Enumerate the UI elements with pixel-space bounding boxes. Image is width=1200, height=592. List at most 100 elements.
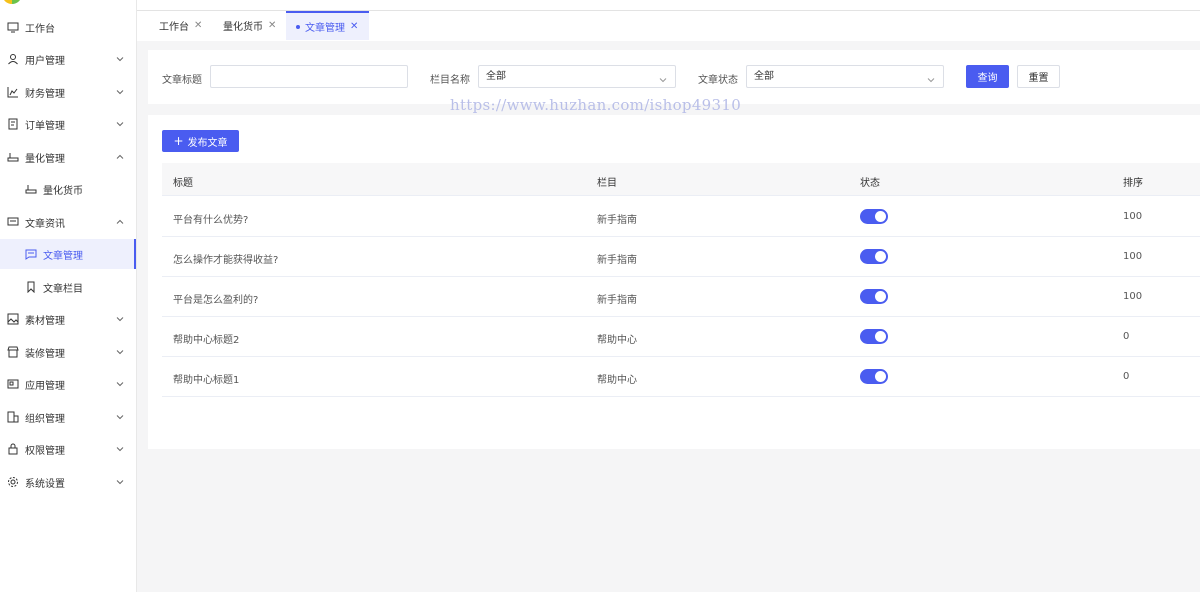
close-icon[interactable]: ✕ bbox=[194, 20, 202, 31]
sidebar-item-label: 装修管理 bbox=[25, 348, 65, 360]
lock-icon bbox=[7, 443, 19, 455]
sidebar-item-settings[interactable]: 系统设置 bbox=[0, 467, 136, 497]
sidebar-item-label: 用户管理 bbox=[25, 55, 65, 67]
sidebar-item-label: 权限管理 bbox=[25, 445, 65, 457]
title-filter-input[interactable] bbox=[210, 65, 408, 88]
table-row: 平台有什么优势? 新手指南 100 bbox=[162, 197, 1200, 237]
chevron-up-icon bbox=[115, 217, 125, 227]
chevron-down-icon bbox=[115, 87, 125, 97]
watermark: https://www.huzhan.com/ishop49310 bbox=[450, 96, 742, 114]
tab-bar: 工作台 ✕ 量化货币 ✕ 文章管理 ✕ bbox=[137, 11, 1200, 41]
router-icon bbox=[25, 183, 37, 195]
column-header-status: 状态 bbox=[860, 178, 880, 189]
store-icon bbox=[7, 346, 19, 358]
table-row: 帮助中心标题1 帮助中心 0 bbox=[162, 357, 1200, 397]
bookmark-icon bbox=[25, 281, 37, 293]
row-sort: 100 bbox=[1123, 211, 1143, 222]
sidebar-item-label: 系统设置 bbox=[25, 478, 65, 490]
status-toggle[interactable] bbox=[860, 289, 888, 304]
row-title: 帮助中心标题2 bbox=[173, 335, 240, 346]
chart-icon bbox=[7, 86, 19, 98]
sidebar-item-workbench[interactable]: 工作台 bbox=[0, 12, 136, 42]
sidebar-item-quant[interactable]: 量化管理 bbox=[0, 142, 136, 172]
reset-button[interactable]: 重置 bbox=[1017, 65, 1060, 88]
user-icon bbox=[7, 53, 19, 65]
table-row: 平台是怎么盈利的? 新手指南 100 bbox=[162, 277, 1200, 317]
status-toggle[interactable] bbox=[860, 209, 888, 224]
chevron-down-icon bbox=[115, 314, 125, 324]
sidebar-item-label: 组织管理 bbox=[25, 413, 65, 425]
category-filter-label: 栏目名称 bbox=[430, 75, 470, 86]
tab-label: 量化货币 bbox=[223, 22, 263, 33]
tab-quant-currency[interactable]: 量化货币 ✕ bbox=[213, 11, 285, 40]
logo bbox=[2, 0, 22, 4]
chat-icon bbox=[25, 248, 37, 260]
column-header-sort: 排序 bbox=[1123, 178, 1143, 189]
title-filter-label: 文章标题 bbox=[162, 75, 202, 86]
status-filter-select[interactable]: 全部 bbox=[746, 65, 944, 88]
chevron-down-icon bbox=[115, 477, 125, 487]
chevron-down-icon bbox=[658, 72, 668, 83]
publish-article-label: 发布文章 bbox=[187, 137, 228, 149]
sidebar-item-apps[interactable]: 应用管理 bbox=[0, 369, 136, 399]
image-icon bbox=[7, 313, 19, 325]
status-toggle[interactable] bbox=[860, 249, 888, 264]
sidebar-item-materials[interactable]: 素材管理 bbox=[0, 304, 136, 334]
document-icon bbox=[7, 118, 19, 130]
sidebar-item-label: 文章资讯 bbox=[25, 218, 65, 230]
building-icon bbox=[7, 411, 19, 423]
category-filter-select[interactable]: 全部 bbox=[478, 65, 676, 88]
sidebar-item-label: 订单管理 bbox=[25, 120, 65, 132]
sidebar-item-label: 文章管理 bbox=[43, 250, 83, 262]
sidebar-item-organization[interactable]: 组织管理 bbox=[0, 402, 136, 432]
sidebar-item-articles-info[interactable]: 文章资讯 bbox=[0, 207, 136, 237]
table-header: 标题 栏目 状态 排序 bbox=[162, 163, 1200, 196]
close-icon[interactable]: ✕ bbox=[350, 21, 358, 32]
row-title: 平台有什么优势? bbox=[173, 215, 249, 226]
sidebar-item-label: 文章栏目 bbox=[43, 283, 83, 295]
sidebar-item-article-management[interactable]: 文章管理 bbox=[0, 239, 136, 269]
gear-icon bbox=[7, 476, 19, 488]
app-icon bbox=[7, 378, 19, 390]
sidebar-item-label: 量化管理 bbox=[25, 153, 65, 165]
sidebar-item-permissions[interactable]: 权限管理 bbox=[0, 434, 136, 464]
status-filter-label: 文章状态 bbox=[698, 75, 738, 86]
chevron-down-icon bbox=[115, 119, 125, 129]
status-toggle[interactable] bbox=[860, 369, 888, 384]
sidebar-item-article-columns[interactable]: 文章栏目 bbox=[0, 272, 136, 302]
row-category: 帮助中心 bbox=[597, 375, 637, 386]
message-icon bbox=[7, 216, 19, 228]
tab-label: 工作台 bbox=[159, 22, 189, 33]
toggle-knob bbox=[875, 291, 886, 302]
toggle-knob bbox=[875, 331, 886, 342]
toggle-knob bbox=[875, 371, 886, 382]
plus-icon: + bbox=[173, 134, 184, 148]
row-category: 新手指南 bbox=[597, 295, 637, 306]
monitor-icon bbox=[7, 21, 19, 33]
sidebar-item-users[interactable]: 用户管理 bbox=[0, 44, 136, 74]
chevron-down-icon bbox=[115, 379, 125, 389]
sidebar-item-quant-currency[interactable]: 量化货币 bbox=[0, 174, 136, 204]
table-row: 帮助中心标题2 帮助中心 0 bbox=[162, 317, 1200, 357]
sidebar-item-label: 素材管理 bbox=[25, 315, 65, 327]
tab-workbench[interactable]: 工作台 ✕ bbox=[149, 11, 209, 40]
toggle-knob bbox=[875, 211, 886, 222]
sidebar-item-label: 财务管理 bbox=[25, 88, 65, 100]
toggle-knob bbox=[875, 251, 886, 262]
chevron-down-icon bbox=[115, 347, 125, 357]
status-filter-value: 全部 bbox=[754, 71, 774, 82]
close-icon[interactable]: ✕ bbox=[268, 20, 276, 31]
sidebar-item-finance[interactable]: 财务管理 bbox=[0, 77, 136, 107]
search-button[interactable]: 查询 bbox=[966, 65, 1009, 88]
sidebar-item-label: 工作台 bbox=[25, 23, 55, 35]
sidebar-item-label: 量化货币 bbox=[43, 185, 83, 197]
publish-article-button[interactable]: + 发布文章 bbox=[162, 130, 239, 152]
tab-article-management[interactable]: 文章管理 ✕ bbox=[286, 11, 369, 40]
sidebar-item-decoration[interactable]: 装修管理 bbox=[0, 337, 136, 367]
chevron-down-icon bbox=[115, 444, 125, 454]
sidebar-item-orders[interactable]: 订单管理 bbox=[0, 109, 136, 139]
tab-label: 文章管理 bbox=[305, 23, 345, 34]
row-sort: 0 bbox=[1123, 371, 1130, 382]
status-toggle[interactable] bbox=[860, 329, 888, 344]
sidebar: 工作台 用户管理 财务管理 订单管理 量化管理 量化货币 文章资讯 文章管理 文… bbox=[0, 0, 137, 592]
